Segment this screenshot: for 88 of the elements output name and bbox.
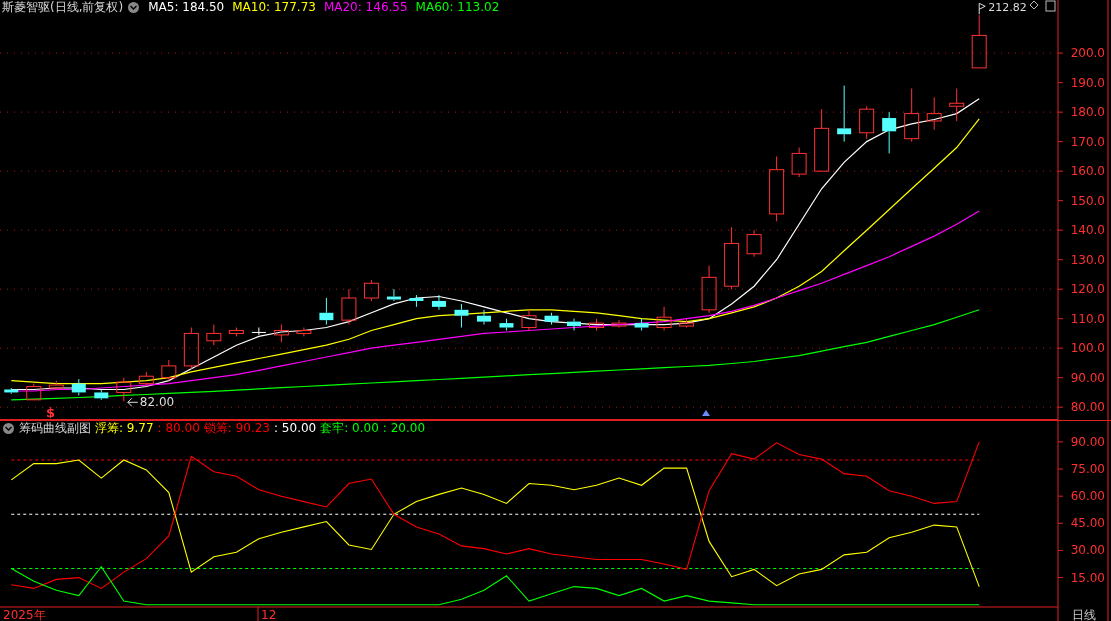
axis-label: 130.0 bbox=[1070, 252, 1105, 267]
indicator-value: MA20: 146.55 bbox=[323, 0, 408, 15]
candlestick bbox=[161, 359, 177, 382]
axis-label: 100.0 bbox=[1070, 341, 1105, 356]
indicator-value: MA10: 177.73 bbox=[232, 0, 316, 15]
arrow-icon bbox=[127, 397, 139, 407]
chart-title: 斯菱智驱(日线,前复权) bbox=[2, 0, 124, 15]
candlestick bbox=[656, 306, 672, 331]
candlestick bbox=[724, 226, 740, 290]
price-marker-label: 212.82 bbox=[988, 1, 1027, 15]
candlestick bbox=[949, 88, 965, 122]
candlestick bbox=[138, 371, 154, 386]
candlestick bbox=[116, 377, 132, 402]
collapse-icon[interactable] bbox=[3, 423, 14, 434]
indicator-value: MA60: 113.02 bbox=[415, 0, 500, 15]
date-axis-label: 2025年 bbox=[3, 608, 46, 621]
candlestick bbox=[319, 297, 334, 326]
axis-label: 110.0 bbox=[1070, 311, 1105, 326]
collapse-icon[interactable] bbox=[128, 2, 140, 13]
axis-label: 180.0 bbox=[1070, 105, 1105, 120]
candlestick bbox=[769, 155, 785, 222]
candlestick bbox=[251, 327, 266, 336]
flag-icon bbox=[978, 2, 986, 15]
axis-label: 75.00 bbox=[1070, 462, 1105, 477]
candlestick bbox=[814, 108, 830, 172]
candlestick bbox=[521, 309, 537, 331]
candlestick bbox=[409, 294, 424, 308]
candlestick bbox=[296, 327, 312, 337]
date-axis-label: 12 bbox=[261, 608, 277, 621]
axis-label: 60.00 bbox=[1070, 489, 1105, 504]
candlestick bbox=[71, 378, 86, 396]
candlestick bbox=[589, 318, 605, 331]
candlestick bbox=[701, 265, 717, 314]
candlestick bbox=[48, 380, 64, 390]
candlestick bbox=[679, 318, 695, 329]
candlestick bbox=[926, 96, 942, 131]
period-label: 日线 bbox=[1072, 608, 1096, 621]
window-icon[interactable] bbox=[1045, 0, 1056, 12]
candlestick bbox=[611, 319, 627, 329]
axis-label: 200.0 bbox=[1070, 46, 1105, 61]
axis-label: 30.00 bbox=[1070, 543, 1105, 558]
candlestick bbox=[228, 327, 244, 337]
candlestick bbox=[499, 318, 514, 331]
axis-label: 140.0 bbox=[1070, 223, 1105, 238]
candlestick bbox=[567, 318, 581, 331]
axis-label: 90.00 bbox=[1070, 370, 1105, 385]
axis-label: 45.00 bbox=[1070, 516, 1105, 531]
axis-label: 170.0 bbox=[1070, 134, 1105, 149]
legend-value: 浮筹: 9.77 bbox=[95, 421, 154, 436]
axis-label: 80.00 bbox=[1070, 400, 1105, 415]
legend-value: : 80.00 bbox=[157, 421, 200, 436]
triangle-icon bbox=[702, 410, 710, 416]
candlestick bbox=[26, 383, 42, 401]
axis-label: 190.0 bbox=[1070, 75, 1105, 90]
signal-marker: $ bbox=[46, 405, 56, 420]
indicator-title: 筹码曲线副图 bbox=[19, 421, 91, 436]
legend-value: 锁筹: 90.23 bbox=[203, 421, 270, 436]
legend-value: 套牢: 0.00 bbox=[320, 421, 379, 436]
price-marker-label: 82.00 bbox=[139, 395, 175, 410]
candlestick bbox=[206, 324, 222, 346]
candlestick bbox=[791, 147, 807, 178]
candlestick bbox=[544, 312, 559, 326]
diamond-icon bbox=[1029, 0, 1039, 10]
axis-label: 150.0 bbox=[1070, 193, 1105, 208]
candlestick bbox=[837, 85, 852, 143]
candlestick bbox=[904, 88, 920, 143]
indicator-value: MA5: 184.50 bbox=[148, 0, 225, 15]
candlestick bbox=[341, 288, 357, 326]
candlestick bbox=[94, 389, 109, 401]
candlestick bbox=[454, 303, 469, 329]
candlestick bbox=[477, 309, 491, 326]
legend-value: : 50.00 bbox=[274, 421, 317, 436]
axis-label: 15.00 bbox=[1070, 570, 1105, 585]
axis-label: 120.0 bbox=[1070, 282, 1105, 297]
candlestick bbox=[4, 387, 19, 395]
axis-label: 90.00 bbox=[1070, 434, 1105, 449]
candlestick bbox=[431, 294, 446, 311]
candlestick bbox=[859, 105, 875, 140]
candlestick bbox=[971, 14, 987, 69]
legend-value: : 20.00 bbox=[382, 421, 426, 436]
candlestick bbox=[183, 327, 199, 370]
axis-label: 160.0 bbox=[1070, 164, 1105, 179]
candlestick bbox=[273, 324, 289, 343]
candlestick bbox=[634, 318, 649, 331]
candlestick bbox=[386, 288, 401, 302]
candlestick bbox=[363, 279, 379, 302]
candlestick bbox=[746, 229, 762, 258]
candlestick bbox=[882, 111, 897, 154]
